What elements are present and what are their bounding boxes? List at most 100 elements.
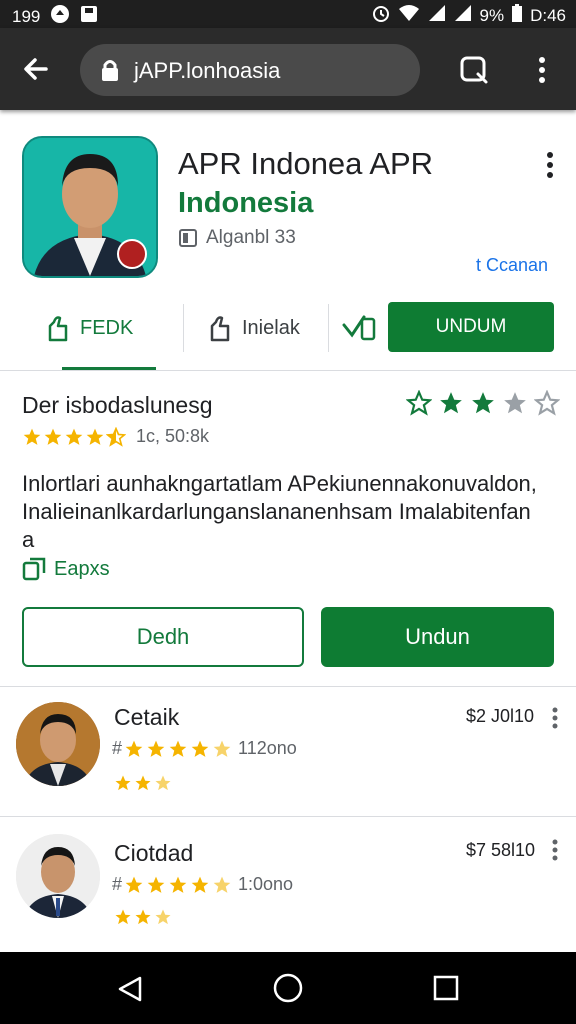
dedh-button[interactable]: Dedh <box>22 607 304 667</box>
review-mini-stars <box>114 774 172 792</box>
browser-menu-button[interactable] <box>530 54 554 86</box>
star-filled-icon[interactable] <box>438 390 464 416</box>
tabs-button[interactable] <box>458 54 490 86</box>
feed-icon <box>48 316 68 342</box>
star-outline-icon[interactable] <box>534 390 560 416</box>
star-half-icon <box>213 876 231 893</box>
status-bar: 199 9% D:46 <box>0 0 576 28</box>
browser-toolbar: jAPP.lonhoasia <box>0 28 576 110</box>
more-vert-icon <box>547 152 553 178</box>
review-more-button[interactable] <box>548 838 562 862</box>
lock-icon <box>100 58 120 87</box>
review-name: Cetaik <box>114 704 180 730</box>
undum-button[interactable]: UNDUM <box>388 302 554 352</box>
system-nav-bar <box>0 952 576 1024</box>
star-icon <box>115 909 131 925</box>
install-label: Inielak <box>242 316 300 339</box>
feature-label: Eapxs <box>54 557 110 580</box>
battery-percent: 9% <box>479 5 505 25</box>
battery-icon <box>512 4 523 27</box>
star-half-icon <box>106 426 126 447</box>
star-filled-icon[interactable] <box>470 390 496 416</box>
star-icon <box>125 740 143 757</box>
divider <box>328 304 329 352</box>
star-icon <box>135 909 151 925</box>
star-icon <box>191 876 209 893</box>
app-meta-text: Alganbl 33 <box>206 227 296 248</box>
list-item[interactable]: Ciotdad $7 58l10 # 1:0ono <box>0 822 576 952</box>
status-app-icon <box>50 4 70 29</box>
nav-back-button[interactable] <box>116 974 146 1009</box>
description-line: a <box>22 527 35 552</box>
divider <box>183 304 184 352</box>
star-icon <box>23 428 41 445</box>
star-icon <box>135 775 151 791</box>
alarm-icon <box>372 4 390 27</box>
feed-tab[interactable]: FEDK <box>46 300 133 356</box>
app-title: APR Indonea APR <box>178 146 434 181</box>
app-more-button[interactable] <box>540 150 560 180</box>
rate-stars-input[interactable] <box>406 390 560 416</box>
install-tab[interactable]: Inielak <box>208 300 300 356</box>
status-save-icon <box>80 5 98 28</box>
review-rating: # 1:0ono <box>112 874 294 894</box>
signal-icon <box>428 4 446 27</box>
description-line: Inlortlari aunhakngartatlam APekiunennak… <box>22 471 537 496</box>
nav-recents-button[interactable] <box>432 974 460 1007</box>
star-grey-icon[interactable] <box>502 390 528 416</box>
feature-icon <box>22 557 46 581</box>
review-count: 1:0ono <box>238 874 294 894</box>
side-link[interactable]: t Ccanan <box>476 255 548 276</box>
avatar <box>16 702 100 786</box>
back-button[interactable] <box>18 51 54 87</box>
star-outline-icon[interactable] <box>406 390 432 416</box>
nav-home-icon <box>273 973 303 1003</box>
review-more-button[interactable] <box>548 706 562 730</box>
nav-home-button[interactable] <box>272 972 304 1009</box>
tabs-icon <box>460 56 488 84</box>
review-count: 112ono <box>238 738 297 758</box>
star-icon <box>115 775 131 791</box>
url-bar[interactable]: jAPP.lonhoasia <box>80 44 420 96</box>
back-arrow-icon <box>24 58 48 80</box>
app-description: Inlortlari aunhakngartatlam APekiunennak… <box>22 470 542 554</box>
more-vert-icon <box>552 839 558 861</box>
undun-button[interactable]: Undun <box>321 607 554 667</box>
more-vert-icon <box>539 57 545 83</box>
star-icon <box>125 876 143 893</box>
signal-icon-2 <box>454 4 472 27</box>
status-clock: D:46 <box>530 5 566 25</box>
star-icon <box>169 876 187 893</box>
star-icon <box>191 740 209 757</box>
star-icon <box>169 740 187 757</box>
app-icon[interactable] <box>22 136 158 278</box>
star-icon <box>44 428 62 445</box>
star-half-icon <box>213 740 231 757</box>
wifi-icon <box>398 4 420 27</box>
rating-summary: 1c, 50:8k <box>22 426 209 447</box>
details-title: Der isbodaslunesg <box>22 392 213 418</box>
status-time-left: 199 <box>12 6 41 26</box>
device-check-button[interactable] <box>342 300 376 356</box>
star-icon <box>147 740 165 757</box>
more-vert-icon <box>552 707 558 729</box>
nav-recents-icon <box>433 975 459 1001</box>
list-item[interactable]: Cetaik $2 J0l10 # 112ono <box>0 690 576 820</box>
star-half-icon <box>155 775 171 791</box>
url-text: jAPP.lonhoasia <box>134 58 281 83</box>
avatar <box>16 834 100 918</box>
install-icon <box>210 316 230 342</box>
description-line: Inalieinanlkardarlunganslananenhsam Imal… <box>22 499 531 524</box>
review-price: $2 J0l10 <box>466 706 535 726</box>
divider <box>0 686 576 687</box>
rating-stars <box>22 426 126 447</box>
category-icon <box>179 229 197 247</box>
nav-back-icon <box>118 976 142 1002</box>
review-rating: # 112ono <box>112 738 297 758</box>
rating-count: 1c, 50:8k <box>136 426 210 446</box>
app-developer[interactable]: Indonesia <box>178 187 313 220</box>
star-half-icon <box>155 909 171 925</box>
device-check-icon <box>342 315 376 341</box>
feed-label: FEDK <box>80 316 134 339</box>
feature-link[interactable]: Eapxs <box>22 557 110 581</box>
